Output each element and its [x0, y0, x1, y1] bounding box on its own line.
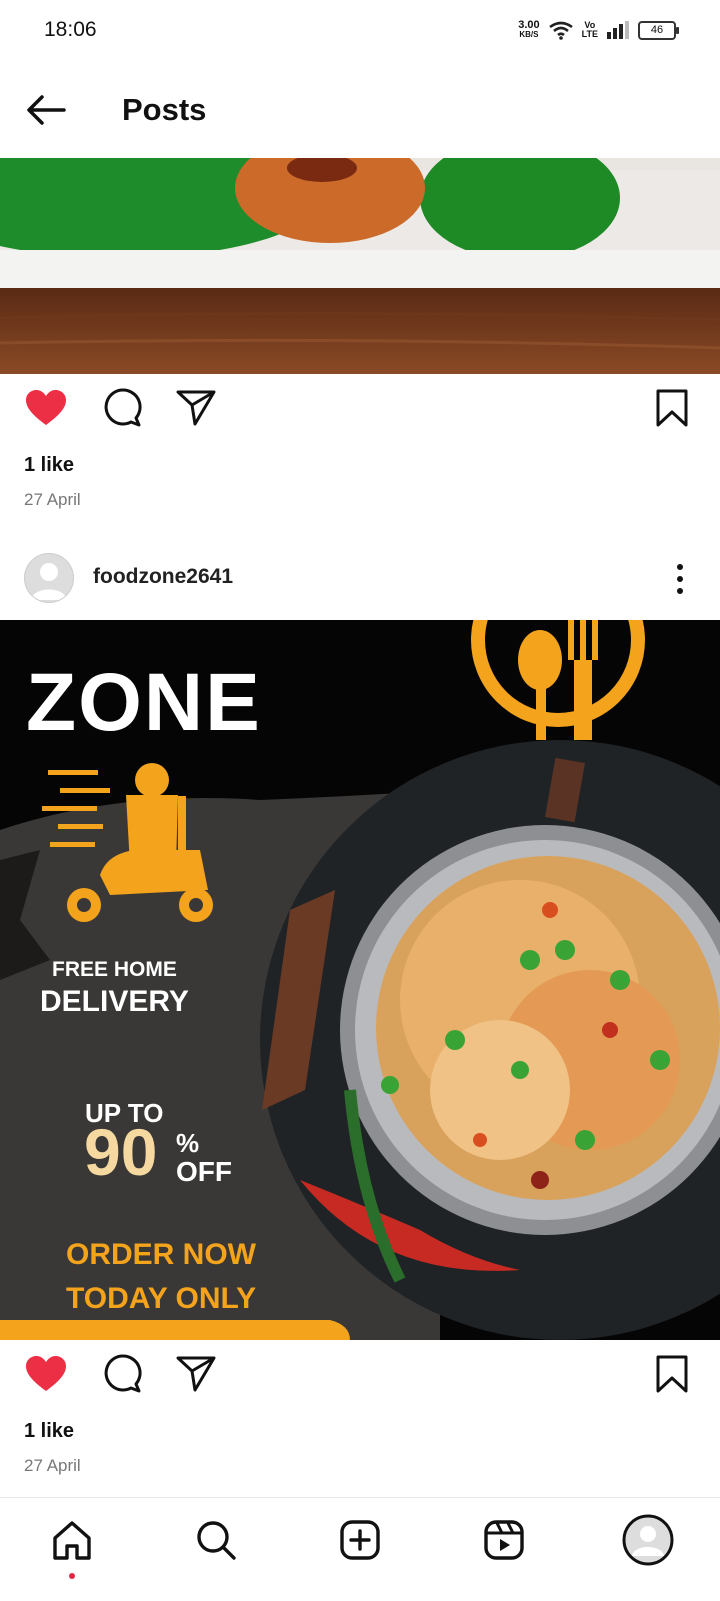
- send-icon: [176, 390, 216, 426]
- battery-icon: 46: [638, 20, 679, 40]
- comment-icon: [104, 1354, 142, 1393]
- heart-icon: [26, 390, 66, 425]
- signal-icon: [607, 21, 629, 39]
- like-count[interactable]: 1 like: [24, 1420, 74, 1443]
- more-vertical-icon: [677, 564, 683, 594]
- status-time: 18:06: [44, 18, 97, 41]
- comment-button[interactable]: [98, 384, 146, 432]
- network-speed: 3.00 KB/S: [518, 19, 540, 40]
- promo-discount: 90: [84, 1115, 158, 1189]
- arrow-left-icon: [27, 95, 66, 125]
- page-title: Posts: [122, 92, 207, 127]
- nav-create[interactable]: [332, 1512, 388, 1568]
- post-date: 27 April: [24, 1456, 81, 1475]
- share-button[interactable]: [172, 1350, 220, 1398]
- wifi-icon: [548, 21, 573, 40]
- heart-icon: [26, 1356, 66, 1391]
- create-icon: [340, 1520, 380, 1560]
- post-actions: [0, 384, 720, 440]
- avatar[interactable]: [24, 553, 74, 603]
- promo-free-home: FREE HOME: [52, 958, 177, 981]
- post-date: 27 April: [24, 490, 81, 509]
- post-image[interactable]: [0, 158, 720, 374]
- search-icon: [197, 1521, 236, 1560]
- save-button[interactable]: [648, 384, 696, 432]
- default-avatar-icon: [31, 563, 67, 600]
- back-button[interactable]: [24, 88, 68, 132]
- nav-search[interactable]: [188, 1512, 244, 1568]
- promo-today-only: TODAY ONLY: [66, 1282, 257, 1315]
- post-image[interactable]: ZONE FREE HOME DELIVERY UP TO 90 % OFF O…: [0, 620, 720, 1340]
- nav-reels[interactable]: [476, 1512, 532, 1568]
- status-bar: 18:06 3.00 KB/S Vo LTE 46: [0, 0, 720, 62]
- promo-delivery: DELIVERY: [40, 985, 189, 1018]
- promo-brand: ZONE: [26, 657, 262, 748]
- like-button[interactable]: [22, 1350, 70, 1398]
- nav-profile[interactable]: [620, 1512, 676, 1568]
- profile-avatar-icon: [622, 1514, 674, 1566]
- bottom-navigation: [0, 1497, 720, 1601]
- comment-button[interactable]: [98, 1350, 146, 1398]
- bookmark-icon: [656, 389, 688, 427]
- notification-dot: [69, 1573, 75, 1579]
- post-actions: [0, 1350, 720, 1406]
- battery-level: 46: [650, 24, 664, 36]
- promo-order-now: ORDER NOW: [66, 1238, 256, 1271]
- like-count[interactable]: 1 like: [24, 454, 74, 477]
- send-icon: [176, 1356, 216, 1392]
- status-icons: 3.00 KB/S Vo LTE 46: [518, 19, 679, 40]
- like-button[interactable]: [22, 384, 70, 432]
- home-icon: [53, 1521, 91, 1560]
- comment-icon: [104, 388, 142, 427]
- promo-off: OFF: [176, 1156, 232, 1187]
- food-photo: [0, 158, 720, 374]
- more-options-button[interactable]: [664, 559, 696, 599]
- share-button[interactable]: [172, 384, 220, 432]
- save-button[interactable]: [648, 1350, 696, 1398]
- reels-icon: [484, 1520, 524, 1560]
- post-username[interactable]: foodzone2641: [93, 565, 233, 589]
- bookmark-icon: [656, 1355, 688, 1393]
- top-app-bar: Posts: [0, 62, 720, 158]
- post-header: foodzone2641: [0, 549, 720, 609]
- promo-percent: %: [176, 1128, 200, 1158]
- volte-icon: Vo LTE: [581, 20, 598, 39]
- nav-home[interactable]: [44, 1512, 100, 1568]
